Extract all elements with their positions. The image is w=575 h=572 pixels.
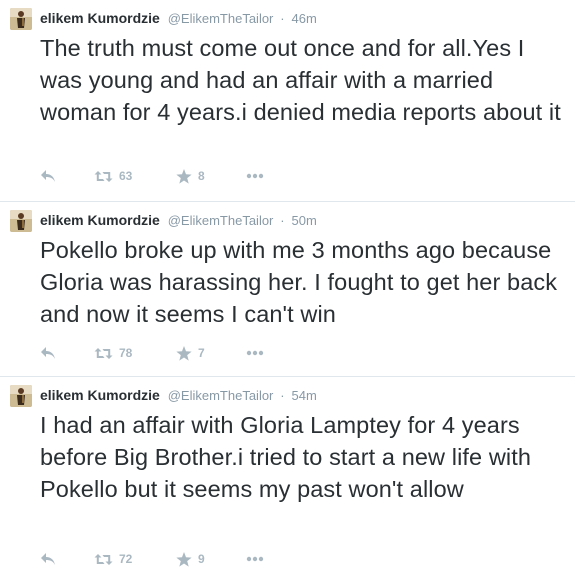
tweet[interactable]: elikem Kumordzie @ElikemTheTailor · 54m …: [0, 377, 575, 572]
more-button[interactable]: [246, 166, 264, 186]
reply-icon: [40, 346, 56, 360]
reply-button[interactable]: [40, 166, 94, 186]
username[interactable]: @ElikemTheTailor: [168, 213, 274, 228]
reply-button[interactable]: [40, 549, 94, 569]
retweet-button[interactable]: 78: [94, 343, 176, 363]
fullname[interactable]: elikem Kumordzie: [40, 387, 160, 403]
reply-icon: [40, 552, 56, 566]
tweet-text: I had an affair with Gloria Lamptey for …: [40, 412, 532, 502]
timestamp[interactable]: 46m: [292, 11, 317, 26]
username[interactable]: @ElikemTheTailor: [168, 11, 274, 26]
retweet-count: 72: [119, 552, 133, 566]
more-button[interactable]: [246, 343, 264, 363]
timestamp[interactable]: 54m: [292, 388, 317, 403]
favorite-button[interactable]: 9: [176, 549, 246, 569]
favorite-count: 7: [198, 346, 205, 360]
reply-button[interactable]: [40, 343, 94, 363]
reply-icon: [40, 169, 56, 183]
favorite-button[interactable]: 7: [176, 343, 246, 363]
tweet-header: elikem Kumordzie @ElikemTheTailor · 54m: [40, 385, 317, 405]
fullname[interactable]: elikem Kumordzie: [40, 10, 160, 26]
retweet-icon: [94, 553, 113, 566]
fullname[interactable]: elikem Kumordzie: [40, 212, 160, 228]
favorite-icon: [176, 551, 192, 567]
favorite-count: 9: [198, 552, 205, 566]
tweet-text: Pokello broke up with me 3 months ago be…: [40, 237, 558, 327]
tweet-actions: 78 7: [40, 343, 264, 363]
retweet-count: 63: [119, 169, 133, 183]
retweet-count: 78: [119, 346, 133, 360]
avatar[interactable]: [10, 210, 32, 232]
tweet-actions: 63 8: [40, 166, 264, 186]
avatar[interactable]: [10, 385, 32, 407]
favorite-icon: [176, 345, 192, 361]
separator-dot: ·: [280, 388, 285, 403]
retweet-button[interactable]: 63: [94, 166, 176, 186]
avatar[interactable]: [10, 8, 32, 30]
tweet-text: The truth must come out once and for all…: [40, 35, 561, 125]
more-icon: [246, 350, 264, 356]
more-icon: [246, 173, 264, 179]
more-icon: [246, 556, 264, 562]
tweet[interactable]: elikem Kumordzie @ElikemTheTailor · 50m …: [0, 202, 575, 377]
favorite-count: 8: [198, 169, 205, 183]
more-button[interactable]: [246, 549, 264, 569]
favorite-icon: [176, 168, 192, 184]
tweet-header: elikem Kumordzie @ElikemTheTailor · 50m: [40, 210, 317, 230]
retweet-icon: [94, 170, 113, 183]
separator-dot: ·: [280, 11, 285, 26]
timestamp[interactable]: 50m: [292, 213, 317, 228]
retweet-icon: [94, 347, 113, 360]
tweet-actions: 72 9: [40, 549, 264, 569]
tweet[interactable]: elikem Kumordzie @ElikemTheTailor · 46m …: [0, 0, 575, 202]
username[interactable]: @ElikemTheTailor: [168, 388, 274, 403]
separator-dot: ·: [280, 213, 285, 228]
tweet-header: elikem Kumordzie @ElikemTheTailor · 46m: [40, 8, 317, 28]
favorite-button[interactable]: 8: [176, 166, 246, 186]
retweet-button[interactable]: 72: [94, 549, 176, 569]
